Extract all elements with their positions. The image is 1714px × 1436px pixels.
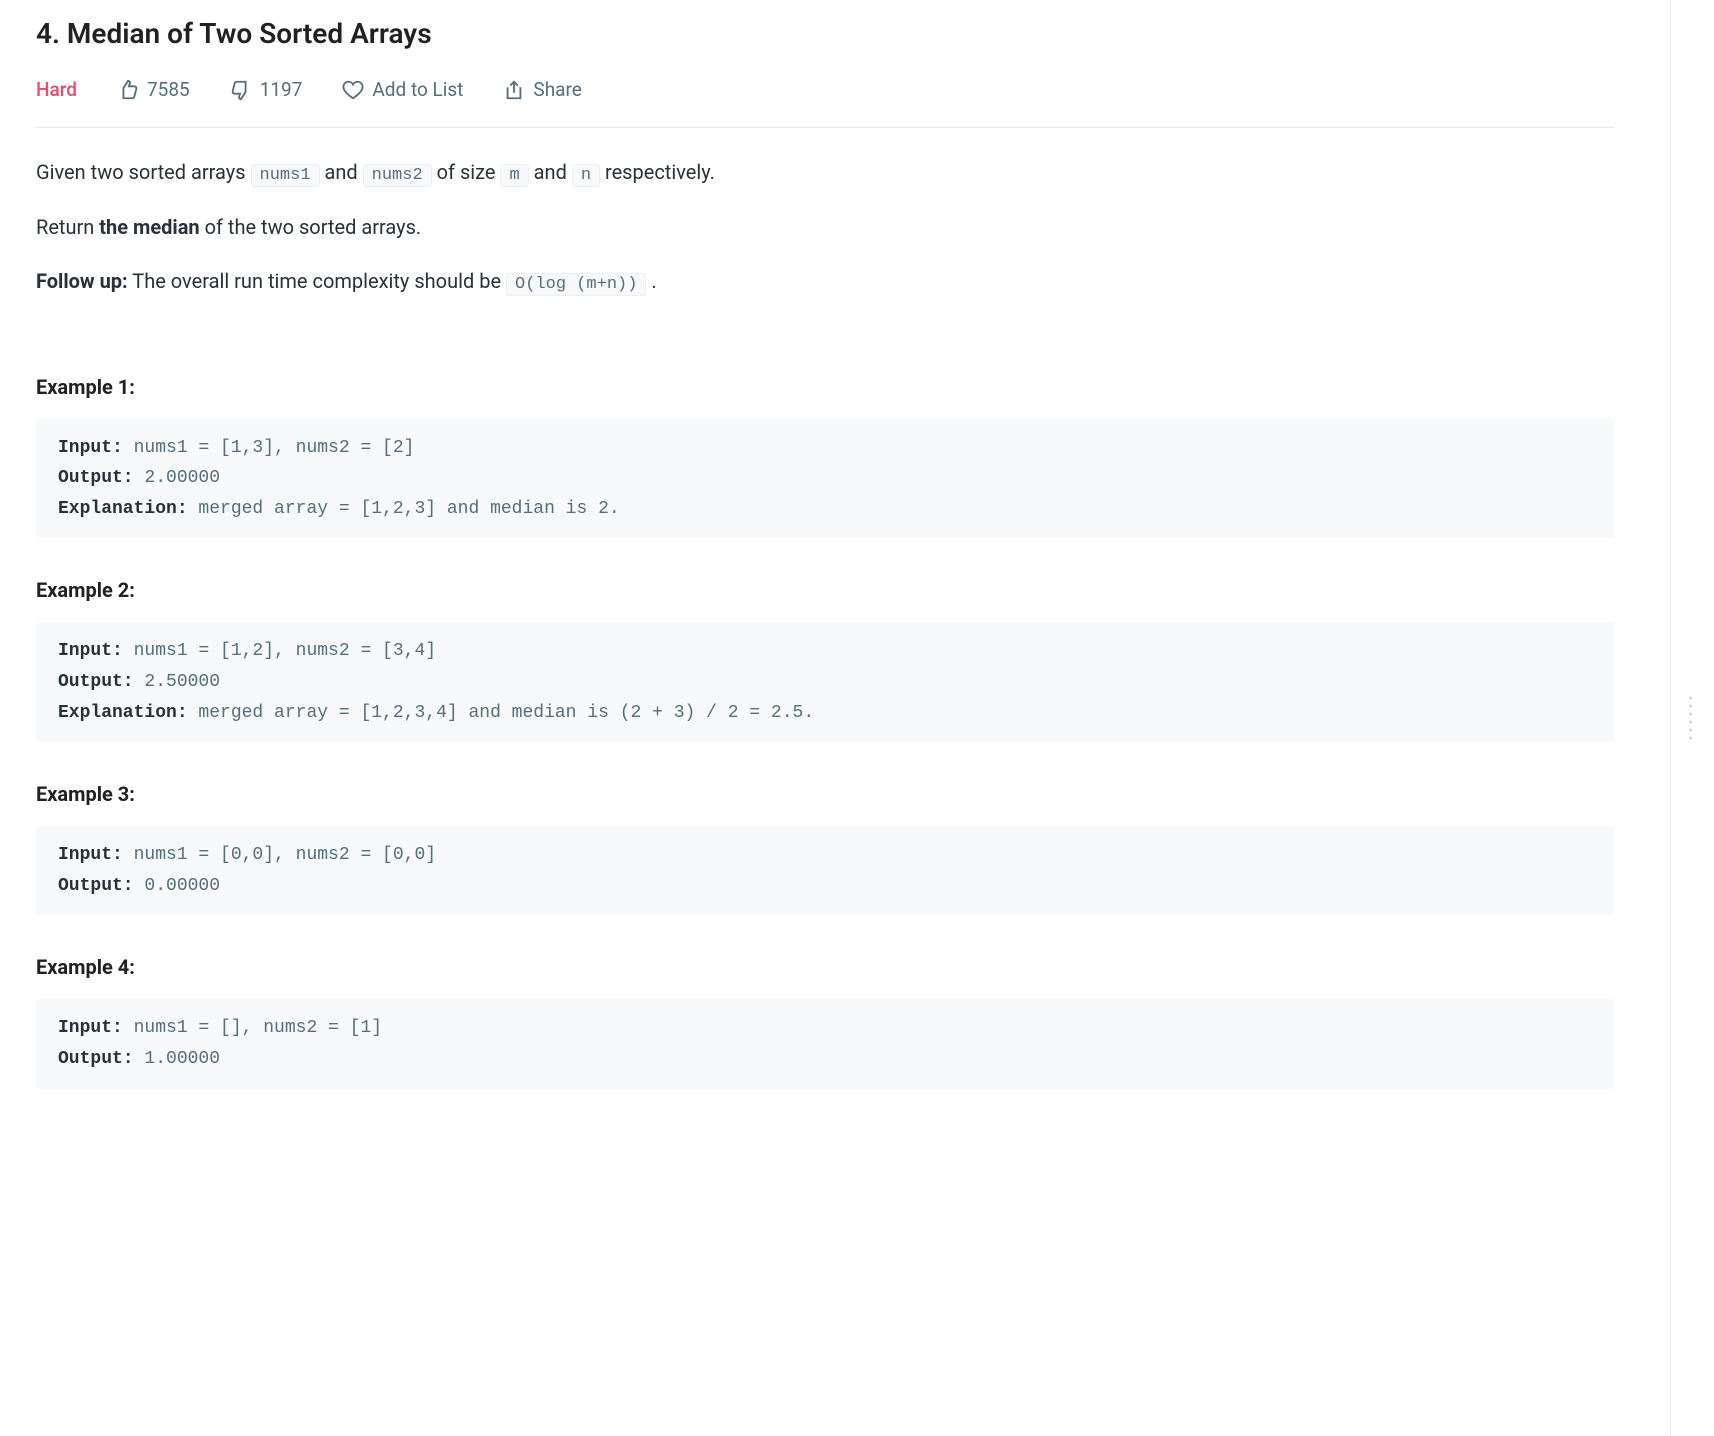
example-line-value: nums1 = [], nums2 = [1]: [123, 1018, 382, 1038]
description-paragraph-3: Follow up: The overall run time complexi…: [36, 265, 1614, 298]
example-heading: Example 3:: [36, 778, 1614, 810]
problem-description: Given two sorted arrays nums1 and nums2 …: [36, 156, 1614, 298]
dislike-button[interactable]: 1197: [230, 75, 303, 105]
add-to-list-button[interactable]: Add to List: [342, 75, 463, 105]
example-line-label: Input:: [58, 845, 123, 865]
examples-section: Example 1: Input: nums1 = [1,3], nums2 = …: [36, 371, 1614, 1089]
add-to-list-label: Add to List: [372, 75, 463, 105]
example-line-value: nums1 = [1,2], nums2 = [3,4]: [123, 641, 436, 661]
example-line-value: 1.00000: [134, 1049, 220, 1069]
grip-dot-icon: [1689, 729, 1692, 732]
like-button[interactable]: 7585: [117, 75, 190, 105]
example-line-label: Output:: [58, 1049, 134, 1069]
example-line-value: 2.50000: [134, 672, 220, 692]
example-heading: Example 2:: [36, 574, 1614, 606]
example-heading: Example 1:: [36, 371, 1614, 403]
grip-dot-icon: [1689, 713, 1692, 716]
text: respectively.: [600, 160, 715, 184]
code-complexity: O(log (m+n)): [506, 273, 646, 296]
text: The overall run time complexity should b…: [128, 269, 506, 293]
example-line-value: nums1 = [0,0], nums2 = [0,0]: [123, 845, 436, 865]
example-line-label: Output:: [58, 468, 134, 488]
example-line-value: 2.00000: [134, 468, 220, 488]
difficulty-badge: Hard: [36, 75, 77, 105]
text: and: [529, 160, 572, 184]
dislike-count: 1197: [260, 75, 303, 105]
grip-dot-icon: [1689, 737, 1692, 740]
example-line-label: Output:: [58, 876, 134, 896]
example-line-label: Input:: [58, 641, 123, 661]
thumbs-down-icon: [230, 79, 252, 101]
example-line-value: nums1 = [1,3], nums2 = [2]: [123, 438, 415, 458]
text-strong: Follow up:: [36, 269, 128, 293]
heart-icon: [342, 79, 364, 101]
example-line-value: 0.00000: [134, 876, 220, 896]
thumbs-up-icon: [117, 79, 139, 101]
code-m: m: [500, 164, 528, 187]
example-line-label: Input:: [58, 438, 123, 458]
description-paragraph-1: Given two sorted arrays nums1 and nums2 …: [36, 156, 1614, 189]
example-line-label: Explanation:: [58, 703, 188, 723]
grip-dot-icon: [1689, 705, 1692, 708]
problem-title: 4. Median of Two Sorted Arrays: [36, 12, 1614, 57]
text: and: [320, 160, 363, 184]
like-count: 7585: [147, 75, 190, 105]
text: Return: [36, 215, 99, 239]
problem-meta-row: Hard 7585 1197 Add to List Share: [36, 75, 1614, 128]
problem-panel: 4. Median of Two Sorted Arrays Hard 7585…: [0, 0, 1650, 1133]
code-n: n: [572, 164, 600, 187]
example-heading: Example 4:: [36, 951, 1614, 983]
example-line-value: merged array = [1,2,3] and median is 2.: [188, 499, 620, 519]
text: .: [646, 269, 656, 293]
example-line-value: merged array = [1,2,3,4] and median is (…: [188, 703, 815, 723]
description-paragraph-2: Return the median of the two sorted arra…: [36, 211, 1614, 243]
code-nums1: nums1: [251, 164, 320, 187]
code-nums2: nums2: [363, 164, 432, 187]
text: of the two sorted arrays.: [200, 215, 422, 239]
grip-dot-icon: [1689, 697, 1692, 700]
grip-dot-icon: [1689, 721, 1692, 724]
example-block: Input: nums1 = [1,3], nums2 = [2] Output…: [36, 419, 1614, 539]
share-icon: [503, 79, 525, 101]
text-strong: the median: [99, 215, 199, 239]
text: of size: [432, 160, 501, 184]
share-label: Share: [533, 75, 581, 105]
example-line-label: Output:: [58, 672, 134, 692]
example-line-label: Explanation:: [58, 499, 188, 519]
example-block: Input: nums1 = [], nums2 = [1] Output: 1…: [36, 999, 1614, 1088]
example-block: Input: nums1 = [0,0], nums2 = [0,0] Outp…: [36, 826, 1614, 915]
example-line-label: Input:: [58, 1018, 123, 1038]
example-block: Input: nums1 = [1,2], nums2 = [3,4] Outp…: [36, 622, 1614, 742]
pane-resize-handle[interactable]: [1687, 689, 1694, 748]
share-button[interactable]: Share: [503, 75, 581, 105]
text: Given two sorted arrays: [36, 160, 251, 184]
